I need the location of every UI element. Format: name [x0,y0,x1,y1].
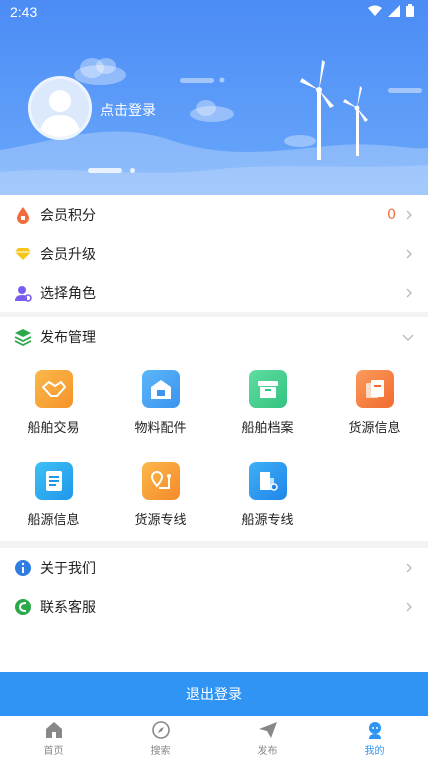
signal-icon [388,4,400,17]
login-link[interactable]: 点击登录 [100,100,156,120]
publish-item-label: 船源信息 [27,513,80,528]
menu-label: 关于我们 [40,560,96,577]
diamond-icon [14,245,32,263]
chevron-right-icon [406,288,412,297]
publish-item-label: 船舶档案 [241,421,294,436]
layers-icon [14,328,32,346]
tab-label: 搜索 [150,745,171,757]
tab-search[interactable]: 搜索 [107,716,214,760]
publish-section: 发布管理 船舶交易 物料配件 船舶档案 货源信息 船源信息 货源专线 船源专线 [0,317,428,541]
menu-label: 会员升级 [40,246,96,263]
chevron-right-icon [406,602,412,611]
cargo-docs-icon [355,370,394,408]
info-menu: 关于我们 联系客服 [0,548,428,673]
status-bar: 2:43 [0,0,428,24]
chevron-right-icon [406,210,412,219]
menu-item-about[interactable]: 关于我们 [0,548,428,587]
publish-item-label: 货源信息 [348,421,401,436]
publish-item-ship-source[interactable]: 船源信息 [0,458,107,542]
tab-label: 首页 [43,745,64,757]
publish-item-label: 物料配件 [134,421,187,436]
publish-header[interactable]: 发布管理 [0,317,428,356]
tab-publish[interactable]: 发布 [214,716,321,760]
ship-route-icon [248,462,287,500]
drop-icon [14,206,32,224]
publish-item-label: 船源专线 [241,513,294,528]
logout-button[interactable]: 退出登录 [0,672,428,716]
service-icon [14,598,32,616]
publish-item-ship-route[interactable]: 船源专线 [214,458,321,542]
publish-grid: 船舶交易 物料配件 船舶档案 货源信息 船源信息 货源专线 船源专线 [0,356,428,542]
publish-item-ship-trade[interactable]: 船舶交易 [0,366,107,450]
publish-item-materials[interactable]: 物料配件 [107,366,214,450]
publish-item-ship-archive[interactable]: 船舶档案 [214,366,321,450]
home-icon [45,721,62,738]
user-settings-icon [14,284,32,302]
chevron-down-icon [402,334,414,341]
info-menu-spacer [0,626,428,673]
tab-label: 发布 [257,745,278,757]
menu-item-role[interactable]: 选择角色 [0,273,428,312]
status-time: 2:43 [10,4,38,20]
wifi-icon [368,5,382,16]
banner-pager [88,168,135,173]
route-pin-icon [141,462,180,500]
send-icon [258,721,277,738]
document-list-icon [34,462,73,500]
menu-label: 联系客服 [40,599,96,616]
menu-label: 选择角色 [40,285,96,302]
menu-item-upgrade[interactable]: 会员升级 [0,234,428,273]
chevron-right-icon [406,563,412,572]
publish-item-label: 货源专线 [134,513,187,528]
pager-dot [130,168,135,173]
compass-icon [151,720,170,739]
account-menu: 会员积分 0 会员升级 选择角色 [0,195,428,312]
profile-icon [368,721,381,739]
bottom-tab-bar: 首页 搜索 发布 我的 [0,716,428,760]
points-value: 0 [387,206,396,223]
chevron-right-icon [406,249,412,258]
publish-item-cargo-route[interactable]: 货源专线 [107,458,214,542]
warehouse-icon [141,370,180,408]
menu-item-service[interactable]: 联系客服 [0,587,428,626]
archive-icon [248,370,287,408]
tab-label: 我的 [364,745,385,757]
publish-title: 发布管理 [40,329,96,346]
info-icon [14,559,32,577]
handshake-icon [34,370,73,408]
battery-icon [406,4,414,17]
publish-item-label: 船舶交易 [27,421,80,436]
menu-label: 会员积分 [40,207,96,224]
tab-profile[interactable]: 我的 [321,716,428,760]
tab-home[interactable]: 首页 [0,716,107,760]
pager-dot-active [88,168,122,173]
default-user-icon [39,90,81,137]
avatar[interactable] [28,76,92,140]
publish-item-cargo-info[interactable]: 货源信息 [321,366,428,450]
profile-header: 2:43 点击登录 [0,0,428,195]
menu-item-points[interactable]: 会员积分 0 [0,195,428,234]
